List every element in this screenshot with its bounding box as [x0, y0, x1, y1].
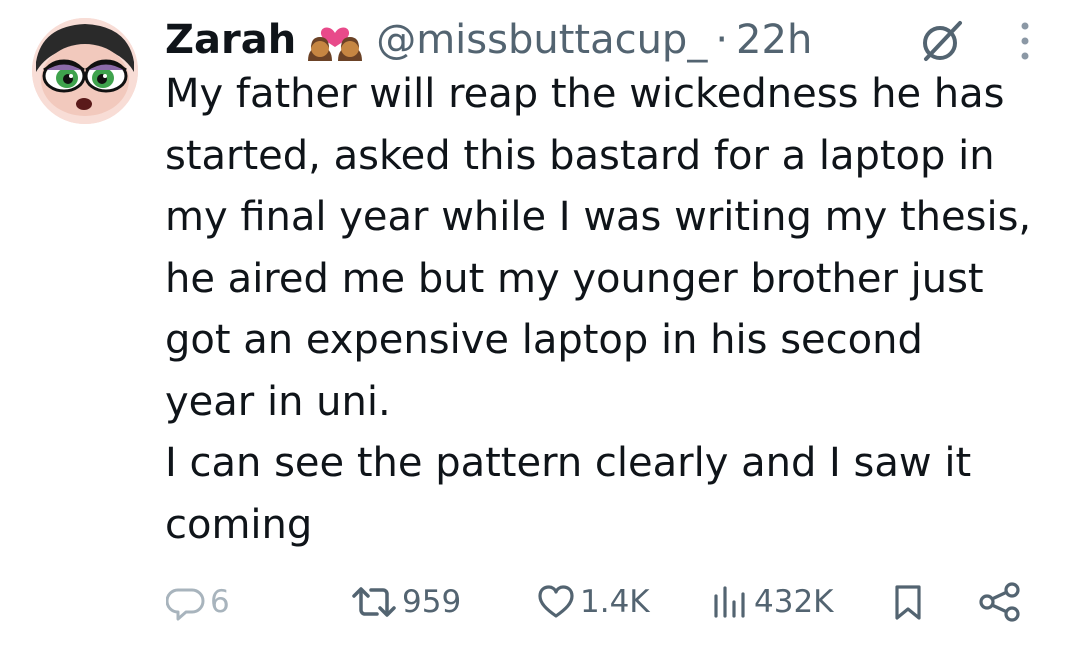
- like-button[interactable]: 1.4K: [536, 572, 650, 632]
- avatar[interactable]: [32, 18, 138, 124]
- tweet-text-line: year in uni.: [165, 378, 391, 425]
- views-bar-icon: [714, 586, 745, 618]
- more-vertical-icon[interactable]: [1010, 17, 1040, 65]
- handle[interactable]: @missbuttacup_: [376, 17, 707, 63]
- tweet-text-line: My father will reap the wickedness he ha…: [165, 71, 1005, 117]
- tweet-header: Zarah @missbuttacup_ · 22h: [165, 10, 812, 70]
- bookmark-button[interactable]: [888, 572, 928, 632]
- action-bar: 6 959 1.4K 432K: [0, 572, 1080, 632]
- tweet-text: My father will reap the wickedness he ha…: [165, 64, 1065, 556]
- retweet-icon: [352, 587, 396, 617]
- separator-dot: ·: [715, 17, 729, 63]
- bookmark-icon: [895, 585, 921, 620]
- display-name[interactable]: Zarah: [165, 17, 296, 63]
- tweet-text-line: my final year while I was writing my the…: [165, 194, 1032, 240]
- heart-icon: [538, 585, 574, 618]
- retweet-count: 959: [402, 584, 462, 620]
- views-count: 432K: [754, 584, 834, 620]
- share-button[interactable]: [978, 572, 1022, 632]
- tweet-text-line: started, asked this bastard for a laptop…: [165, 132, 995, 179]
- tweet-text-line: he aired me but my younger brother just: [165, 255, 984, 302]
- tweet-text-line: I can see the pattern clearly and I saw …: [165, 440, 972, 486]
- tweet-text-line: coming: [165, 501, 313, 548]
- avatar-cartoon-girl-icon: [32, 18, 138, 124]
- retweet-button[interactable]: 959: [350, 572, 461, 632]
- views-button[interactable]: 432K: [710, 572, 834, 632]
- reply-icon: [166, 588, 205, 621]
- reply-count: 6: [210, 584, 230, 620]
- reply-button[interactable]: 6: [166, 572, 230, 632]
- timestamp[interactable]: 22h: [736, 17, 812, 63]
- tweet-text-line: got an expensive laptop in his second: [165, 317, 923, 363]
- tweet[interactable]: Zarah @missbuttacup_ · 22h My father wil…: [0, 0, 1080, 645]
- like-count: 1.4K: [580, 584, 650, 620]
- grok-icon[interactable]: [918, 17, 966, 65]
- share-icon: [979, 582, 1020, 622]
- two-women-heart-emoji-icon: [304, 17, 366, 63]
